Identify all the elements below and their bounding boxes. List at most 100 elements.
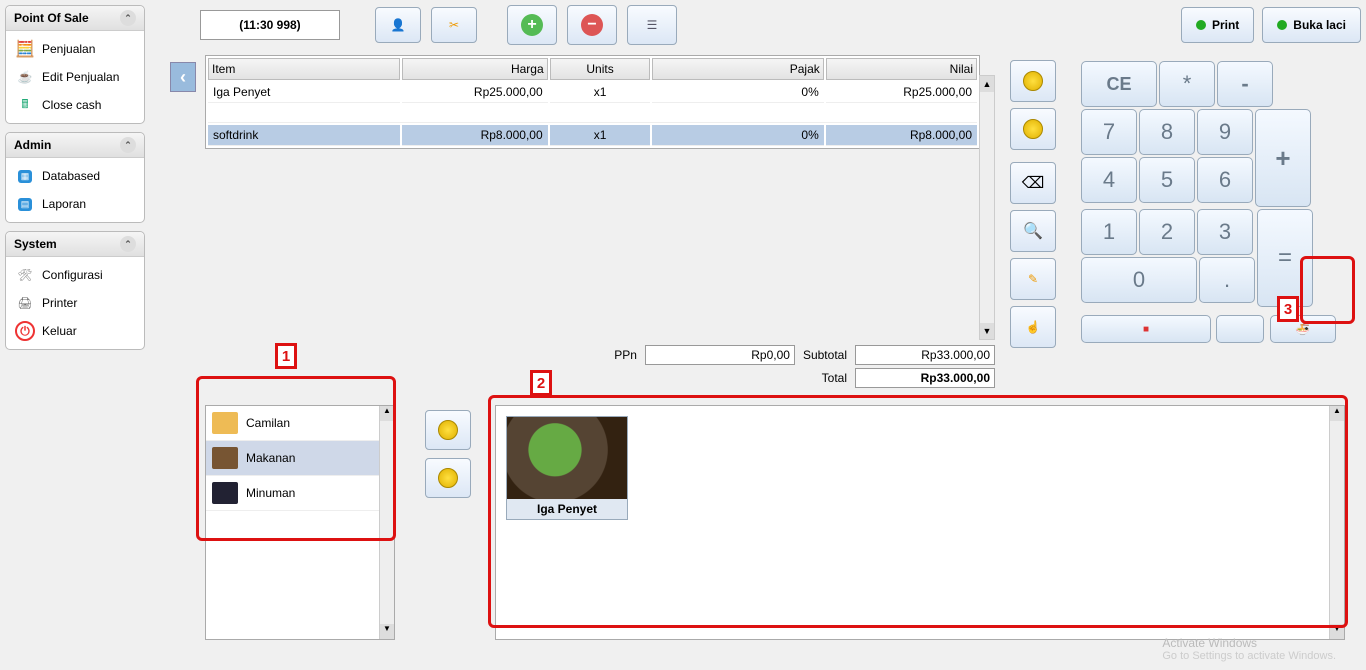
scroll-down-icon[interactable]: ▼	[980, 323, 994, 339]
pencil-icon: ✎	[1028, 272, 1038, 286]
category-nav	[425, 410, 473, 506]
customer-button[interactable]: 👤	[375, 7, 421, 43]
nav-up-button[interactable]	[425, 410, 471, 450]
key-plus[interactable]: +	[1255, 109, 1311, 207]
menu-laporan[interactable]: ▤Laporan	[8, 190, 142, 218]
th-nilai[interactable]: Nilai	[826, 58, 977, 80]
hand-icon: ☝	[1026, 320, 1041, 334]
subtotal-label: Subtotal	[803, 348, 847, 362]
category-scrollbar[interactable]: ▲▼	[379, 406, 394, 639]
key-8[interactable]: 8	[1139, 109, 1195, 155]
category-item-camilan[interactable]: Camilan	[206, 406, 394, 441]
key-9[interactable]: 9	[1197, 109, 1253, 155]
scroll-up-icon[interactable]: ▲	[380, 406, 394, 421]
numeric-keypad: CE*- 789 456 + 123 0. = ■ 🍜	[1080, 60, 1355, 344]
buka-laci-button[interactable]: Buka laci	[1262, 7, 1361, 43]
table-scrollbar[interactable]: ▲▼	[979, 75, 995, 340]
key-6[interactable]: 6	[1197, 157, 1253, 203]
key-1[interactable]: 1	[1081, 209, 1137, 255]
chevron-up-icon[interactable]: ⌃	[120, 137, 136, 153]
scroll-up-icon[interactable]: ▲	[980, 76, 994, 92]
cell-nilai: Rp25.000,00	[826, 82, 977, 103]
th-pajak[interactable]: Pajak	[652, 58, 823, 80]
edit-line-button[interactable]: ✎	[1010, 258, 1056, 300]
key-0[interactable]: 0	[1081, 257, 1197, 303]
panel-system-header[interactable]: System ⌃	[6, 232, 144, 257]
printer-icon: 🖨	[14, 294, 36, 312]
key-4[interactable]: 4	[1081, 157, 1137, 203]
th-units[interactable]: Units	[550, 58, 651, 80]
menu-close-cash[interactable]: 🖩Close cash	[8, 91, 142, 119]
key-5[interactable]: 5	[1139, 157, 1195, 203]
total-input	[855, 368, 995, 388]
cell-item: softdrink	[208, 125, 400, 146]
key-minus[interactable]: -	[1217, 61, 1273, 107]
action-up-button[interactable]	[1010, 60, 1056, 102]
total-label: Total	[822, 371, 847, 385]
menu-keluar[interactable]: ⏻Keluar	[8, 317, 142, 345]
product-grid: Iga Penyet ▲▼	[495, 405, 1345, 640]
list-button[interactable]: ☰	[627, 5, 677, 45]
register-icon: 🧮	[14, 40, 36, 58]
collapse-sidebar-button[interactable]: ‹	[170, 62, 196, 92]
cell-harga: Rp8.000,00	[402, 125, 548, 146]
table-row[interactable]: Iga Penyet Rp25.000,00 x1 0% Rp25.000,00	[208, 82, 977, 103]
add-button[interactable]: +	[507, 5, 557, 45]
ppn-label: PPn	[614, 348, 637, 362]
annotation-label-2: 2	[530, 370, 552, 396]
action-down-button[interactable]	[1010, 108, 1056, 150]
category-label: Minuman	[246, 486, 295, 500]
order-items-table: Item Harga Units Pajak Nilai Iga Penyet …	[205, 55, 980, 149]
key-ce[interactable]: CE	[1081, 61, 1157, 107]
table-row[interactable]: softdrink Rp8.000,00 x1 0% Rp8.000,00	[208, 125, 977, 146]
menu-printer[interactable]: 🖨 Printer	[8, 289, 142, 317]
ppn-input[interactable]	[645, 345, 795, 365]
menu-edit-penjualan[interactable]: ☕Edit Penjualan	[8, 63, 142, 91]
key-2[interactable]: 2	[1139, 209, 1195, 255]
panel-system-title: System	[14, 237, 57, 251]
key-multiply[interactable]: *	[1159, 61, 1215, 107]
remove-button[interactable]: −	[567, 5, 617, 45]
cell-units: x1	[550, 82, 651, 103]
menu-penjualan[interactable]: 🧮Penjualan	[8, 35, 142, 63]
panel-system: System ⌃ 🛠Configurasi 🖨 Printer ⏻Keluar	[5, 231, 145, 350]
search-button[interactable]: 🔍	[1010, 210, 1056, 252]
nav-down-button[interactable]	[425, 458, 471, 498]
barcode-display[interactable]: ■	[1081, 315, 1211, 343]
panel-pos-title: Point Of Sale	[14, 11, 89, 25]
watermark-title: Activate Windows	[1162, 636, 1336, 650]
chevron-up-icon[interactable]: ⌃	[120, 10, 136, 26]
menu-databased[interactable]: ▦Databased	[8, 162, 142, 190]
key-equals[interactable]: =	[1257, 209, 1313, 307]
yellow-dot-icon	[438, 420, 458, 440]
scroll-down-icon[interactable]: ▼	[380, 624, 394, 639]
scroll-up-icon[interactable]: ▲	[1330, 406, 1344, 421]
menu-configurasi[interactable]: 🛠Configurasi	[8, 261, 142, 289]
product-card-iga-penyet[interactable]: Iga Penyet	[506, 416, 628, 520]
attributes-button[interactable]: ☝	[1010, 306, 1056, 348]
delete-button[interactable]: ⌫	[1010, 162, 1056, 204]
search-icon: 🔍	[1023, 221, 1043, 241]
key-7[interactable]: 7	[1081, 109, 1137, 155]
chevron-up-icon[interactable]: ⌃	[120, 236, 136, 252]
cursor-icon: ■	[1143, 324, 1149, 335]
menu-label: Configurasi	[42, 268, 103, 282]
panel-pos-header[interactable]: Point Of Sale ⌃	[6, 6, 144, 31]
menu-label: Databased	[42, 169, 100, 183]
key-3[interactable]: 3	[1197, 209, 1253, 255]
cell-units: x1	[550, 125, 651, 146]
key-dot[interactable]: .	[1199, 257, 1255, 303]
customer-icon: 👤	[391, 18, 406, 32]
category-label: Camilan	[246, 416, 290, 430]
th-harga[interactable]: Harga	[402, 58, 548, 80]
category-item-makanan[interactable]: Makanan	[206, 441, 394, 476]
print-button[interactable]: Print	[1181, 7, 1254, 43]
product-scrollbar[interactable]: ▲▼	[1329, 406, 1344, 639]
th-item[interactable]: Item	[208, 58, 400, 80]
category-item-minuman[interactable]: Minuman	[206, 476, 394, 511]
aux-button-1[interactable]	[1216, 315, 1264, 343]
split-button[interactable]: ✂	[431, 7, 477, 43]
panel-admin-header[interactable]: Admin ⌃	[6, 133, 144, 158]
menu-label: Printer	[42, 296, 77, 310]
time-display: (11:30 998)	[200, 10, 340, 40]
